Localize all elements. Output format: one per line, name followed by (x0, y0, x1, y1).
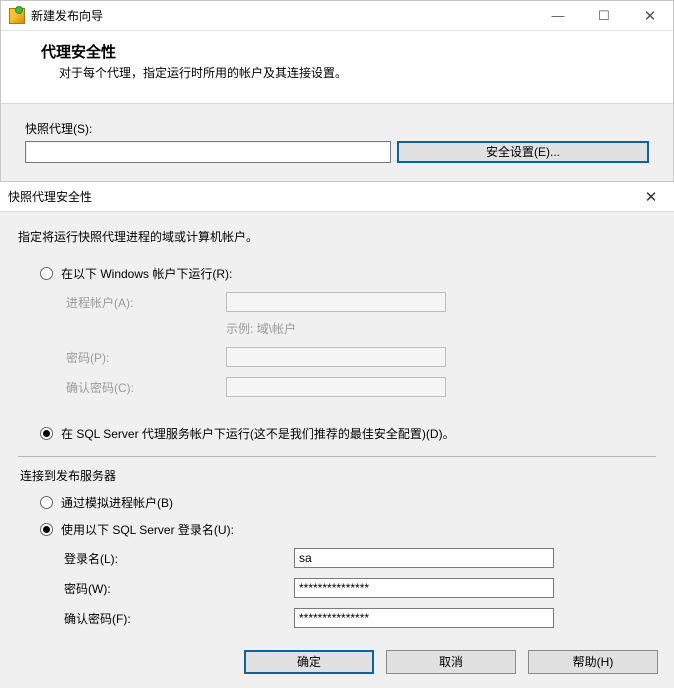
wizard-body: 快照代理(S): 安全设置(E)... (1, 104, 673, 181)
connect-impersonate-radio[interactable] (40, 496, 53, 509)
wizard-title: 新建发布向导 (31, 7, 103, 24)
dialog-close-button[interactable]: ✕ (628, 188, 674, 206)
snapshot-agent-security-dialog: 快照代理安全性 ✕ 指定将运行快照代理进程的域或计算机帐户。 在以下 Windo… (0, 182, 674, 688)
wizard-titlebar: 新建发布向导 — ☐ ✕ (1, 1, 673, 31)
ok-button[interactable]: 确定 (244, 650, 374, 674)
connect-impersonate-label: 通过模拟进程帐户(B) (61, 494, 173, 511)
security-settings-button[interactable]: 安全设置(E)... (397, 141, 649, 163)
snapshot-agent-input[interactable] (25, 141, 391, 163)
connect-confirm-password-input[interactable] (294, 608, 554, 628)
separator (18, 456, 656, 457)
run-password-input (226, 347, 446, 367)
run-password-label: 密码(P): (66, 349, 226, 366)
dialog-buttons: 确定 取消 帮助(H) (0, 642, 674, 674)
connect-password-input[interactable] (294, 578, 554, 598)
maximize-button[interactable]: ☐ (581, 1, 627, 30)
run-as-windows-label: 在以下 Windows 帐户下运行(R): (61, 265, 232, 282)
run-confirm-password-input (226, 377, 446, 397)
cancel-button[interactable]: 取消 (386, 650, 516, 674)
process-account-label: 进程帐户(A): (66, 294, 226, 311)
publish-wizard-window: 新建发布向导 — ☐ ✕ 代理安全性 对于每个代理，指定运行时所用的帐户及其连接… (0, 0, 674, 182)
close-button[interactable]: ✕ (627, 1, 673, 30)
wizard-header: 代理安全性 对于每个代理，指定运行时所用的帐户及其连接设置。 (1, 31, 673, 104)
login-name-input[interactable] (294, 548, 554, 568)
run-as-windows-radio[interactable] (40, 267, 53, 280)
wizard-icon (9, 8, 25, 24)
run-as-group: 在以下 Windows 帐户下运行(R): 进程帐户(A): 示例: 域\帐户 … (18, 265, 656, 442)
login-name-label: 登录名(L): (64, 550, 294, 567)
snapshot-agent-label: 快照代理(S): (25, 120, 649, 137)
process-account-input (226, 292, 446, 312)
connect-group: 通过模拟进程帐户(B) 使用以下 SQL Server 登录名(U): 登录名(… (18, 494, 656, 628)
run-confirm-password-label: 确认密码(C): (66, 379, 226, 396)
dialog-title: 快照代理安全性 (8, 188, 92, 205)
wizard-header-title: 代理安全性 (41, 41, 657, 62)
run-as-sql-agent-radio[interactable] (40, 427, 53, 440)
run-as-sql-agent-label: 在 SQL Server 代理服务帐户下运行(这不是我们推荐的最佳安全配置)(D… (61, 425, 455, 442)
minimize-button[interactable]: — (535, 1, 581, 30)
dialog-titlebar: 快照代理安全性 ✕ (0, 182, 674, 212)
dialog-instruction: 指定将运行快照代理进程的域或计算机帐户。 (18, 228, 656, 245)
help-button[interactable]: 帮助(H) (528, 650, 658, 674)
connect-sql-login-radio[interactable] (40, 523, 53, 536)
connect-password-label: 密码(W): (64, 580, 294, 597)
connect-confirm-password-label: 确认密码(F): (64, 610, 294, 627)
connect-section-title: 连接到发布服务器 (20, 467, 656, 484)
wizard-header-subtitle: 对于每个代理，指定运行时所用的帐户及其连接设置。 (59, 64, 657, 81)
process-account-hint: 示例: 域\帐户 (226, 320, 446, 337)
connect-sql-login-label: 使用以下 SQL Server 登录名(U): (61, 521, 234, 538)
